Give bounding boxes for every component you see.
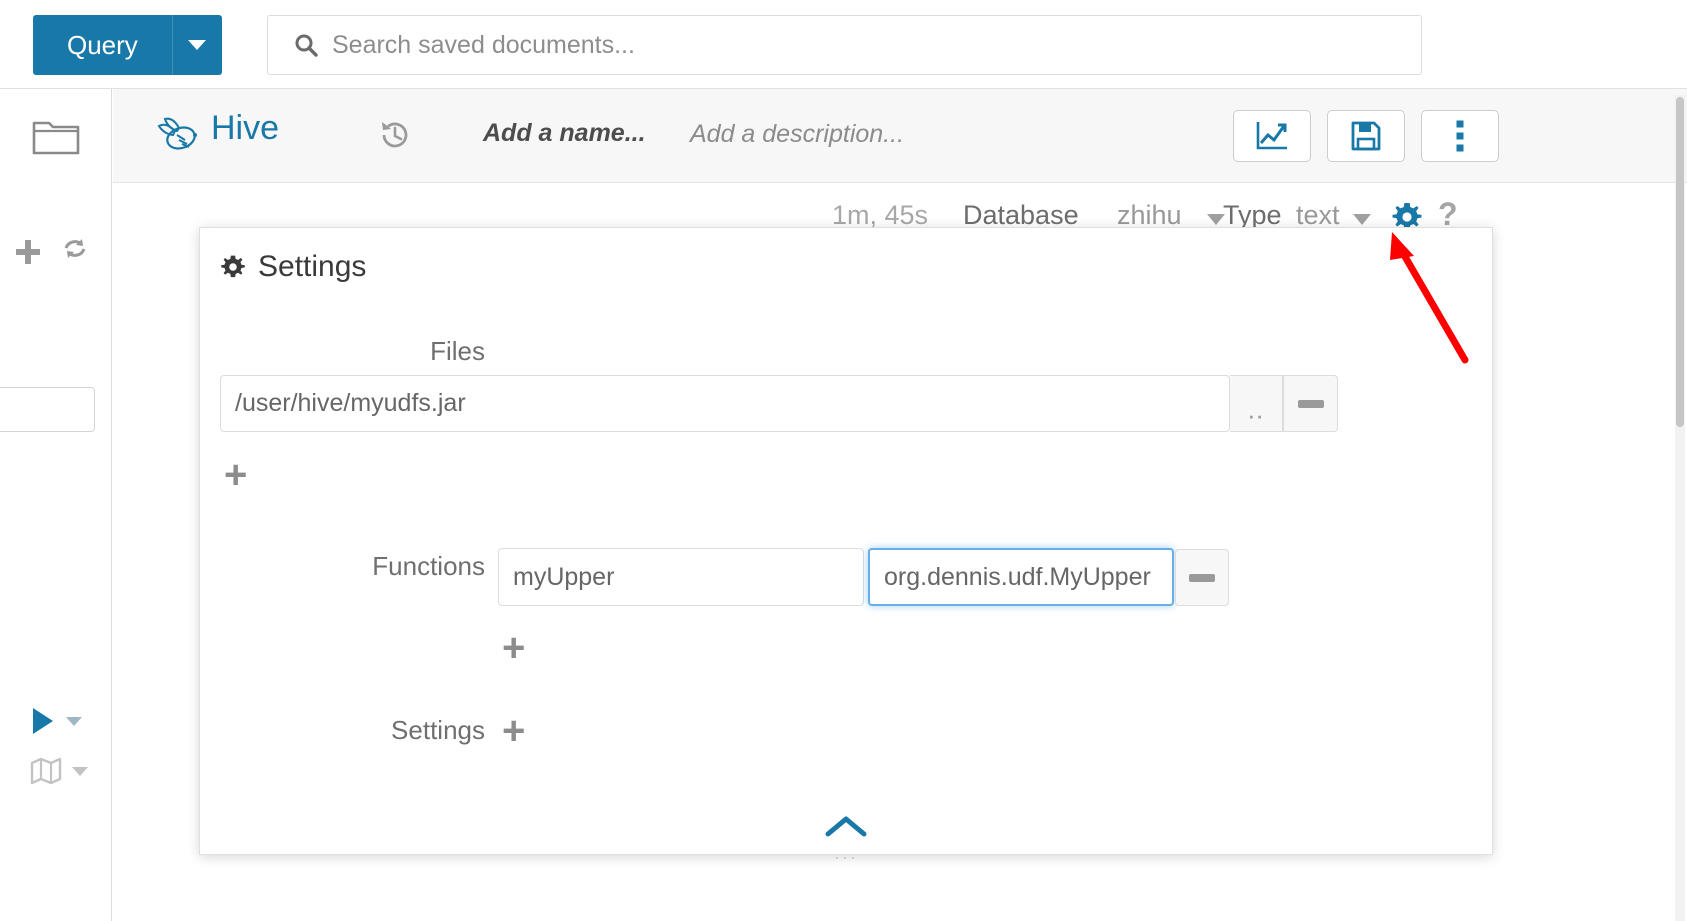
settings-popover: Settings Files .. + Functions + Settings… <box>199 227 1493 867</box>
search-icon <box>295 34 318 57</box>
function-name-input[interactable] <box>498 548 864 606</box>
document-name-input[interactable]: Add a name... <box>483 119 646 148</box>
chevron-down-icon[interactable] <box>72 766 88 776</box>
search-input[interactable] <box>330 16 1411 74</box>
function-add-button[interactable]: + <box>502 628 525 668</box>
query-button[interactable]: Query <box>33 15 172 75</box>
map-icon[interactable] <box>30 757 62 785</box>
query-dropdown-button[interactable] <box>171 15 222 75</box>
query-button-group: Query <box>33 15 222 75</box>
chevron-down-icon[interactable] <box>66 716 82 726</box>
folder-icon[interactable] <box>31 113 81 157</box>
settings-panel-title-text: Settings <box>258 250 367 283</box>
files-remove-button[interactable] <box>1283 375 1338 432</box>
files-browse-button[interactable]: .. <box>1230 375 1283 432</box>
settings-add-button[interactable]: + <box>502 711 525 751</box>
settings-panel-title: Settings <box>220 250 366 284</box>
scrollbar-thumb[interactable] <box>1676 97 1684 427</box>
assist-filter-input[interactable] <box>0 387 95 432</box>
chevron-down-icon <box>188 40 207 50</box>
hue-query-editor-screen: Query ) <box>0 0 1687 921</box>
minus-icon <box>1297 399 1324 408</box>
chevron-down-icon[interactable] <box>1353 214 1371 225</box>
function-class-input[interactable] <box>868 548 1174 606</box>
chart-button[interactable] <box>1233 110 1311 162</box>
plus-icon[interactable] <box>14 238 42 266</box>
function-remove-button[interactable] <box>1175 549 1229 606</box>
chart-line-icon <box>1256 122 1287 150</box>
page-title: Hive <box>211 109 280 147</box>
assist-actions: ) <box>0 235 90 269</box>
document-description-input[interactable]: Add a description... <box>690 120 904 149</box>
hive-bee-icon <box>157 117 197 150</box>
left-assist-panel: ) <box>0 89 112 921</box>
refresh-icon[interactable] <box>60 237 90 267</box>
resize-grip[interactable]: ··· <box>834 847 858 868</box>
execute-control[interactable] <box>30 706 82 736</box>
collapse-panel-button[interactable] <box>824 814 868 840</box>
editor-header: Hive Add a name... Add a description... <box>113 89 1687 183</box>
saved-documents-search <box>267 15 1422 75</box>
files-path-input[interactable] <box>220 375 1230 432</box>
settings-row-label: Settings <box>391 715 485 745</box>
files-label: Files <box>430 336 485 366</box>
map-control[interactable] <box>30 757 88 785</box>
page-scrollbar[interactable] <box>1675 95 1685 921</box>
functions-label: Functions <box>372 551 485 581</box>
minus-icon <box>1189 573 1215 582</box>
more-options-button[interactable] <box>1421 110 1499 162</box>
history-revert-icon[interactable] <box>378 118 412 152</box>
gear-icon <box>221 255 245 278</box>
floppy-save-icon <box>1351 121 1381 151</box>
save-button[interactable] <box>1327 110 1405 162</box>
vertical-dots-icon <box>1456 120 1464 152</box>
files-add-button[interactable]: + <box>224 455 247 495</box>
global-topbar: Query <box>0 0 1687 89</box>
play-icon[interactable] <box>30 706 56 736</box>
files-browse-label: .. <box>1247 394 1265 425</box>
